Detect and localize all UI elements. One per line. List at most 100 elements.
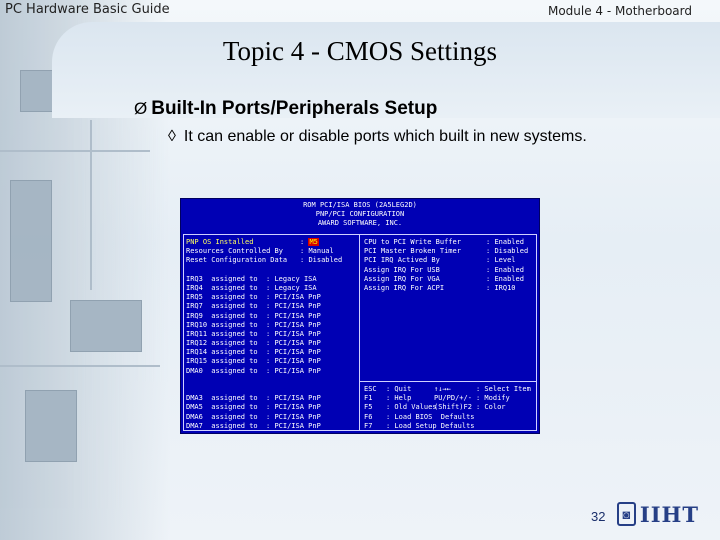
- bios-setting-value: : Legacy ISA: [266, 274, 317, 283]
- bullet-level2: ◊ It can enable or disable ports which bu…: [168, 128, 587, 146]
- bios-help-text: : Help: [386, 394, 412, 403]
- bios-setting-label: Reset Configuration Data: [186, 256, 288, 265]
- trace-line: [0, 365, 160, 367]
- bios-setting-label: IRQ10 assigned to: [186, 320, 258, 329]
- bios-setting-row[interactable]: IRQ5 assigned to : PCI/ISA PnP: [186, 293, 356, 302]
- bios-setting-row[interactable]: PCI IRQ Actived By : Level: [364, 256, 536, 265]
- bios-help-row: ESC: Quit ↑↓→←: Select Item: [364, 385, 536, 394]
- bios-setting-label: CPU to PCI Write Buffer: [364, 238, 461, 246]
- bios-setting-row[interactable]: DMA6 assigned to: PCI/ISA PnP: [186, 413, 356, 422]
- bios-setting-label: IRQ9 assigned to: [186, 311, 258, 320]
- bios-setting-value: : PCI/ISA PnP: [266, 366, 321, 375]
- bios-help-key: ESC: [364, 385, 377, 393]
- bios-help-row: F5 : Old Values (Shift)F2 : Color: [364, 403, 536, 412]
- bios-help-text: : Color: [476, 403, 506, 412]
- bios-setting-value: : Enabled: [486, 238, 524, 246]
- bios-setting-label: IRQ4 assigned to: [186, 283, 258, 292]
- bios-setting-row[interactable]: IRQ3 assigned to : Legacy ISA: [186, 275, 356, 284]
- bios-setting-value: : PCI/ISA PnP: [266, 329, 321, 338]
- trace-line: [0, 150, 150, 152]
- bios-setting-value: : PCI/ISA PnP: [266, 293, 321, 302]
- bios-setting-row[interactable]: IRQ14 assigned to : PCI/ISA PnP: [186, 348, 356, 357]
- bios-setting-row[interactable]: DMA5 assigned to : PCI/ISA PnP: [186, 403, 356, 412]
- bios-setting-row[interactable]: Assign IRQ For USB: Enabled: [364, 266, 536, 275]
- bios-setting-label: DMA7 assigned to: [186, 421, 258, 430]
- bios-setting-value: : PCI/ISA PnP: [266, 311, 321, 320]
- bios-setting-row[interactable]: Assign IRQ For VGA: Enabled: [364, 275, 536, 284]
- bios-help-key: F7: [364, 421, 373, 430]
- bios-setting-label: DMA0 assigned to: [186, 366, 258, 375]
- bios-setting-row[interactable]: Assign IRQ For ACPI: IRQ10: [364, 284, 536, 293]
- bios-setting-row[interactable]: Resources Controlled By: Manual: [186, 247, 356, 256]
- chip-shape: [25, 390, 77, 462]
- arrow-bullet-icon: Ø: [134, 99, 148, 118]
- bios-help-text: : Quit: [386, 385, 412, 393]
- slide-title: Topic 4 - CMOS Settings: [222, 36, 498, 66]
- bios-header-line: AWARD SOFTWARE, INC.: [317, 219, 403, 228]
- bios-help-separator: [360, 381, 537, 382]
- bios-help-text: : Modify: [476, 394, 510, 403]
- bios-help-text: : Load BIOS Defaults: [386, 412, 475, 421]
- bios-setting-label: IRQ5 assigned to: [186, 293, 258, 302]
- bios-setting-value: : PCI/ISA PnP: [266, 403, 321, 412]
- bios-right-column: CPU to PCI Write Buffer: Enabled PCI Mast…: [364, 238, 536, 293]
- bios-setting-value: : Level: [486, 256, 516, 265]
- bios-help-text: : Old Values: [386, 403, 437, 412]
- bios-setting-label: PCI IRQ Actived By: [364, 256, 440, 265]
- bios-setting-value: : PCI/ISA PnP: [266, 412, 321, 421]
- diamond-bullet-icon: ◊: [168, 128, 176, 145]
- bios-setting-label: DMA5 assigned to: [186, 403, 258, 412]
- bullet-level2-text: It can enable or disable ports which bui…: [183, 128, 587, 145]
- bios-help-key: F5: [364, 403, 373, 412]
- bios-setting-row[interactable]: DMA0 assigned to : PCI/ISA PnP: [186, 367, 356, 376]
- bios-help-key: (Shift)F2: [434, 403, 472, 412]
- bios-setting-row[interactable]: IRQ4 assigned to: Legacy ISA: [186, 284, 356, 293]
- bios-setting-value: : PCI/ISA PnP: [266, 302, 321, 311]
- bios-setting-label: DMA3 assigned to: [186, 394, 258, 403]
- chip-shape: [70, 300, 142, 352]
- bios-setting-row[interactable]: Reset Configuration Data: Disabled: [186, 256, 356, 265]
- bios-screenshot: ROM PCI/ISA BIOS (2A5LEG2D) PNP/PCI CONF…: [180, 198, 540, 434]
- bios-setting-label: PNP OS Installed: [186, 238, 254, 246]
- bios-setting-value: : M5: [300, 238, 319, 246]
- bios-setting-row[interactable]: PCI Master Broken Timer: Disabled: [364, 247, 536, 256]
- bios-setting-value: : PCI/ISA PnP: [266, 421, 321, 430]
- bios-setting-row[interactable]: IRQ10 assigned to : PCI/ISA PnP: [186, 321, 356, 330]
- bios-setting-row[interactable]: IRQ7 assigned to : PCI/ISA PnP: [186, 302, 356, 311]
- bios-setting-value: : Enabled: [486, 274, 524, 283]
- bios-setting-row[interactable]: IRQ11 assigned to: PCI/ISA PnP: [186, 330, 356, 339]
- bios-help-key: PU/PD/+/-: [434, 394, 472, 403]
- bios-setting-row[interactable]: DMA7 assigned to : PCI/ISA PnP: [186, 422, 356, 431]
- bios-setting-value: : PCI/ISA PnP: [266, 357, 321, 366]
- bios-header: ROM PCI/ISA BIOS (2A5LEG2D) PNP/PCI CONF…: [181, 201, 539, 229]
- bios-setting-row[interactable]: IRQ12 assigned to: PCI/ISA PnP: [186, 339, 356, 348]
- trace-line: [90, 120, 92, 290]
- bios-setting-value: : PCI/ISA PnP: [266, 394, 321, 403]
- bios-help-panel: ESC: Quit ↑↓→←: Select Item F1: Help PU/PD/…: [364, 385, 536, 431]
- bios-help-row: F1 : Help PU/PD/+/- : Modify: [364, 394, 536, 403]
- bios-setting-label: IRQ12 assigned to: [186, 339, 258, 348]
- bios-setting-label: IRQ15 assigned to: [186, 357, 258, 366]
- bios-setting-row[interactable]: PNP OS Installed : M5: [186, 238, 356, 247]
- bios-setting-label: IRQ7 assigned to: [186, 302, 258, 311]
- chip-shape: [10, 180, 52, 302]
- bios-help-key: F6: [364, 412, 373, 421]
- bios-setting-row[interactable]: IRQ15 assigned to : PCI/ISA PnP: [186, 357, 356, 366]
- bios-setting-value: : Manual: [300, 247, 334, 256]
- bios-setting-value: : PCI/ISA PnP: [266, 348, 321, 357]
- bios-setting-value: : IRQ10: [486, 283, 516, 292]
- module-title: Module 4 - Motherboard: [547, 4, 692, 18]
- bios-help-row: F7: Load Setup Defaults: [364, 422, 536, 431]
- bios-help-key: F1: [364, 394, 373, 403]
- page-number: 32: [591, 509, 606, 524]
- bios-setting-label: IRQ14 assigned to: [186, 348, 258, 357]
- bios-setting-row[interactable]: CPU to PCI Write Buffer : Enabled: [364, 238, 536, 247]
- bios-setting-label: IRQ3 assigned to: [186, 274, 258, 283]
- bios-setting-row[interactable]: IRQ9 assigned to : PCI/ISA PnP: [186, 312, 356, 321]
- bios-setting-value: : Disabled: [486, 247, 529, 256]
- bios-setting-row[interactable]: DMA3 assigned to : PCI/ISA PnP: [186, 394, 356, 403]
- logo-emblem-icon: ◙: [617, 502, 636, 526]
- bios-header-line: ROM PCI/ISA BIOS (2A5LEG2D): [303, 201, 417, 209]
- bios-setting-value: : PCI/ISA PnP: [266, 320, 321, 329]
- bullet-level1-text: Built-In Ports/Peripherals Setup: [151, 98, 438, 119]
